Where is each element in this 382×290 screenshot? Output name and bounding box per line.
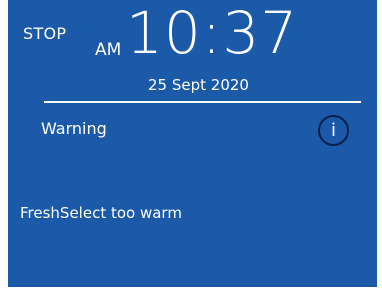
alert-title: Warning <box>41 119 107 138</box>
header-divider <box>44 101 361 103</box>
display-screen: STOP AM 10:37 25 Sept 2020 Warning i Fre… <box>8 0 377 287</box>
info-icon-glyph: i <box>330 120 336 141</box>
clock-ampm: AM <box>95 40 122 60</box>
clock-time: 10:37 <box>126 0 299 67</box>
status-mode-label: STOP <box>23 24 67 43</box>
alert-message: FreshSelect too warm <box>20 204 182 222</box>
info-icon[interactable]: i <box>318 115 349 146</box>
clock-date: 25 Sept 2020 <box>148 76 249 94</box>
